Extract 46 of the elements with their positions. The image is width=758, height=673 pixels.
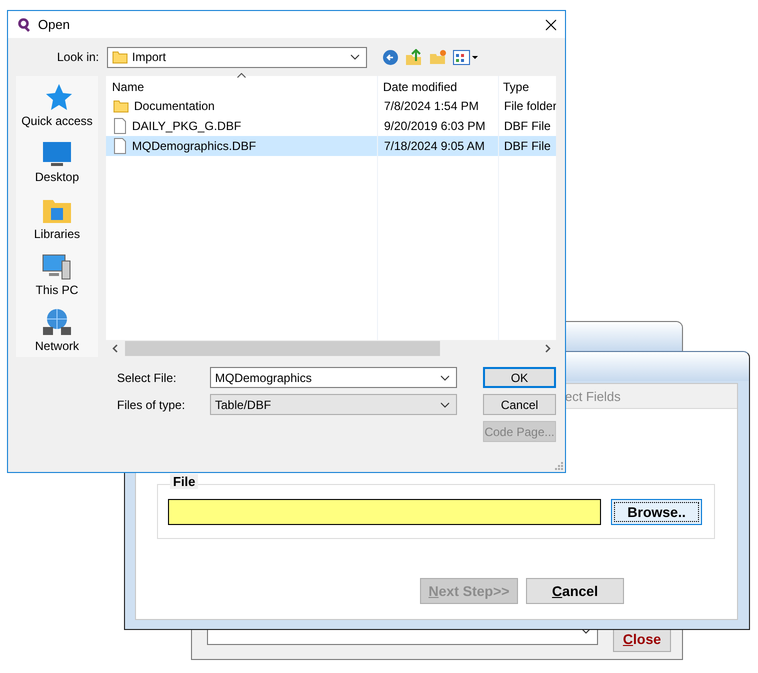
date-cell-text: 9/20/2019 6:03 PM xyxy=(383,118,486,135)
view-menu-icon[interactable] xyxy=(453,48,479,66)
place-item[interactable]: This PC xyxy=(16,244,98,301)
folder-icon xyxy=(113,98,129,114)
column-header[interactable]: Date modified xyxy=(377,76,497,97)
column-header[interactable]: Name xyxy=(106,76,377,97)
type-cell: DBF File xyxy=(497,136,556,156)
document-icon xyxy=(113,118,127,134)
place-item[interactable]: Desktop xyxy=(16,132,98,188)
file-path-field[interactable] xyxy=(168,498,602,524)
cancel-button[interactable]: Cancel xyxy=(483,394,556,415)
cancel-button[interactable]: Cancel xyxy=(526,578,624,604)
date-cell: 7/18/2024 9:05 AM xyxy=(377,136,497,156)
network-icon xyxy=(42,308,72,336)
file-name-cell[interactable]: DAILY_PKG_G.DBF xyxy=(106,116,377,136)
up-folder-icon[interactable] xyxy=(405,48,423,66)
scrollbar-thumb[interactable] xyxy=(125,341,440,356)
browse-button[interactable]: Browse.. xyxy=(611,498,702,524)
place-item[interactable]: Libraries xyxy=(16,188,98,245)
look-in-label: Look in: xyxy=(56,50,99,64)
look-in-value: Import xyxy=(132,50,166,64)
document-icon xyxy=(113,138,127,154)
look-in-dropdown[interactable]: Import xyxy=(107,46,367,68)
scroll-right-icon[interactable] xyxy=(544,344,550,353)
folder-icon xyxy=(112,49,128,65)
close-icon[interactable] xyxy=(545,18,557,30)
group-label: File xyxy=(170,474,198,489)
resize-grip-icon[interactable] xyxy=(554,461,563,470)
desktop-icon xyxy=(42,141,72,168)
place-item[interactable]: Network xyxy=(16,300,98,358)
app-logo-icon xyxy=(18,18,30,32)
date-cell-text: 7/8/2024 1:54 PM xyxy=(383,98,480,115)
select-file-field[interactable]: MQDemographics xyxy=(210,367,457,388)
computer-icon xyxy=(42,252,72,280)
place-item[interactable]: Quick access xyxy=(16,76,98,132)
file-name-cell[interactable]: Documentation xyxy=(106,96,377,116)
file-type-label: Files of type: xyxy=(117,398,186,412)
type-cell-text: DBF File xyxy=(503,118,552,135)
back-icon[interactable] xyxy=(382,48,399,66)
ok-button[interactable]: OK xyxy=(483,367,556,388)
column-header[interactable]: Type xyxy=(497,76,556,97)
select-file-label: Select File: xyxy=(117,370,178,384)
scroll-left-icon[interactable] xyxy=(112,344,118,353)
file-type-dropdown[interactable]: Table/DBF xyxy=(210,394,457,415)
window-title: Open xyxy=(38,17,71,32)
file-name-cell[interactable]: MQDemographics.DBF xyxy=(106,136,377,156)
